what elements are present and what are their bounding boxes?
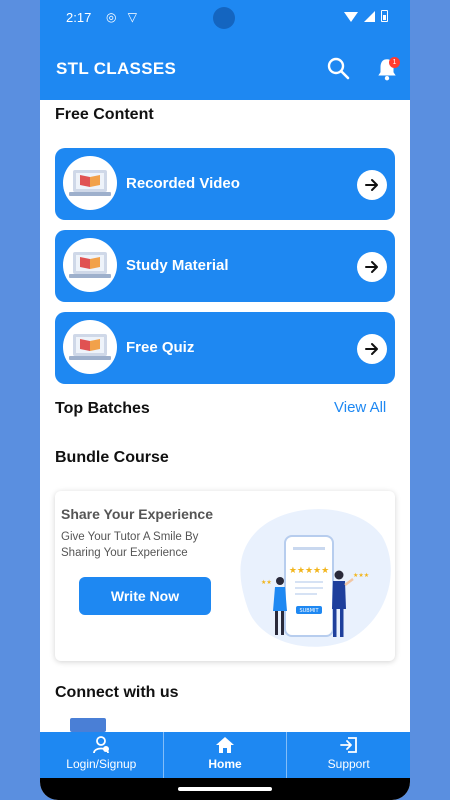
- write-now-button[interactable]: Write Now: [79, 577, 211, 615]
- status-time: 2:17: [66, 10, 92, 25]
- nav-label: Login/Signup: [66, 757, 137, 771]
- banner-text: Give Your Tutor A Smile By Sharing Your …: [61, 531, 199, 559]
- nav-home[interactable]: Home: [164, 732, 288, 778]
- social-icon[interactable]: [70, 718, 106, 732]
- status-indicators: [344, 10, 388, 22]
- study-material-card[interactable]: Study Material: [55, 230, 395, 302]
- support-icon: [339, 737, 357, 753]
- camera-cutout: [213, 7, 235, 29]
- app-title: STL CLASSES: [56, 59, 177, 78]
- bottom-navigation: Login/Signup Home Support: [40, 732, 410, 778]
- signal-icon: [364, 10, 375, 22]
- app-bar: STL CLASSES 1: [40, 36, 410, 100]
- nav-login-signup[interactable]: Login/Signup: [40, 732, 164, 778]
- nav-label: Support: [327, 757, 370, 771]
- nav-support[interactable]: Support: [287, 732, 410, 778]
- nav-label: Home: [208, 757, 242, 771]
- wifi-icon: [344, 11, 358, 22]
- arrow-right-icon[interactable]: [357, 252, 387, 282]
- gesture-area: [40, 778, 410, 800]
- recorded-video-card[interactable]: Recorded Video: [55, 148, 395, 220]
- bundle-course-title: Bundle Course: [55, 449, 169, 466]
- share-experience-banner: Share Your Experience Give Your Tutor A …: [55, 491, 395, 661]
- status-notification-icons: ◎ ▽: [106, 10, 142, 24]
- home-icon: [216, 737, 234, 753]
- banner-title: Share Your Experience: [61, 506, 213, 522]
- search-icon[interactable]: [326, 56, 350, 80]
- top-batches-title: Top Batches: [55, 400, 150, 417]
- view-all-link[interactable]: View All: [334, 399, 386, 416]
- home-gesture-bar[interactable]: [178, 787, 272, 791]
- connect-title: Connect with us: [55, 684, 179, 701]
- laptop-book-icon: [63, 320, 117, 374]
- illustration-submit-text: SUBMIT: [299, 608, 319, 614]
- notification-badge: 1: [389, 57, 400, 68]
- user-icon: [93, 736, 110, 754]
- main-content: Free Content Recorded Video Study Materi…: [40, 100, 410, 732]
- svg-text:★★: ★★: [261, 579, 272, 586]
- card-label: Study Material: [126, 257, 229, 274]
- card-label: Free Quiz: [126, 339, 195, 356]
- arrow-right-icon[interactable]: [357, 170, 387, 200]
- phone-screen: 2:17 ◎ ▽ STL CLASSES 1 Free Content Reco…: [40, 0, 410, 800]
- status-bar: 2:17 ◎ ▽: [40, 0, 410, 36]
- review-illustration: ★★★★★ SUBMIT ★★ ★★★: [240, 509, 391, 647]
- svg-text:★★★★★: ★★★★★: [289, 566, 329, 576]
- card-label: Recorded Video: [126, 175, 240, 192]
- battery-icon: [381, 10, 388, 22]
- laptop-book-icon: [63, 238, 117, 292]
- free-content-title: Free Content: [55, 106, 154, 123]
- arrow-right-icon[interactable]: [357, 334, 387, 364]
- laptop-book-icon: [63, 156, 117, 210]
- free-quiz-card[interactable]: Free Quiz: [55, 312, 395, 384]
- svg-text:★★★: ★★★: [353, 572, 369, 579]
